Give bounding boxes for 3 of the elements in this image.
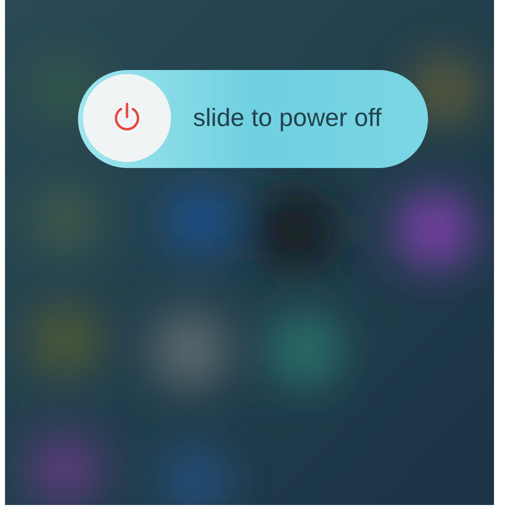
power-slider[interactable]: slide to power off: [78, 70, 428, 168]
slider-label: slide to power off: [193, 103, 382, 134]
power-thumb[interactable]: [83, 74, 171, 162]
